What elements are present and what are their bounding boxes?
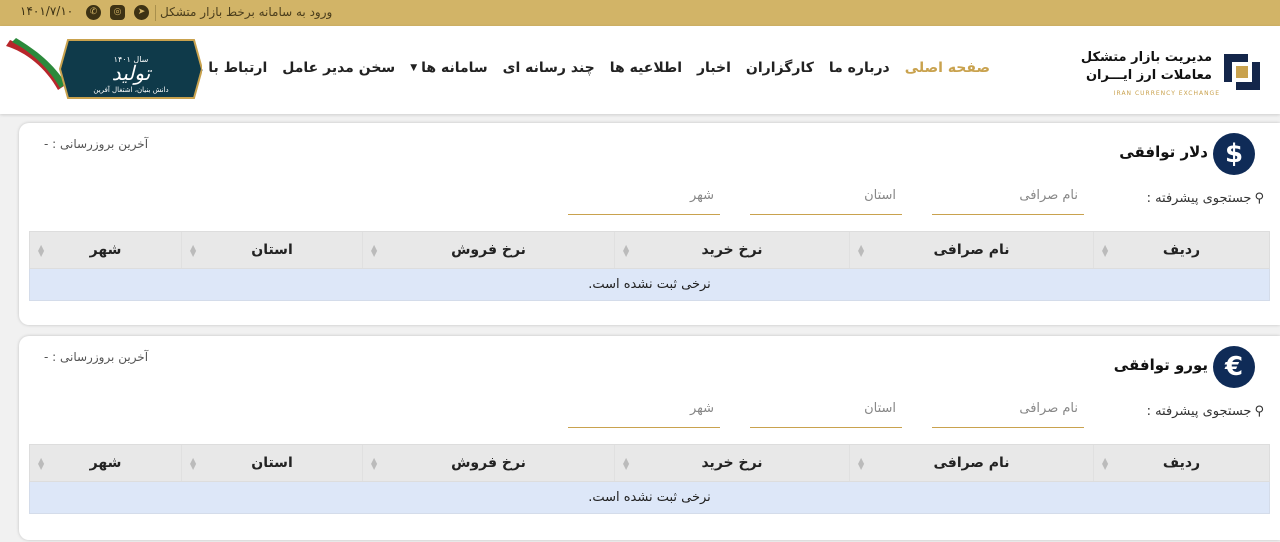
city-input[interactable] [568,179,720,211]
exchange-name-field [932,179,1084,215]
top-bar: ۱۴۰۱/۷/۱۰ ✆ ◎ ➤ ورود به سامانه برخط بازا… [0,0,1280,26]
sort-icon: ▲ ▼ [1102,243,1109,258]
advanced-search-text: جستجوی پیشرفته : [1146,191,1252,206]
search-icon: ⚲ [1254,404,1264,419]
nav-systems-label: سامانه ها [421,60,488,76]
header: مدیریت بازار متشکل معاملات ارز ایـــران … [0,26,1280,114]
nav-home[interactable]: صفحه اصلی [905,60,990,82]
last-update-label: آخرین بروزرسانی : - [44,137,149,151]
nav-announcements[interactable]: اطلاعیه ها [610,60,682,82]
city-field [568,392,720,428]
sort-icon: ▲ ▼ [858,456,865,471]
column-label: شهر [89,242,122,258]
badge-subtitle: دانش بنیان، اشتغال آفرین [93,85,168,94]
column-header-buy-rate[interactable]: نرخ خرید ▲ ▼ [614,445,849,481]
rates-table: ردیف ▲ ▼ نام صرافی ▲ ▼ نرخ خرید ▲ ▼ نرخ فروش ▲ ▼… [29,231,1270,301]
table-header: ردیف ▲ ▼ نام صرافی ▲ ▼ نرخ خرید ▲ ▼ نرخ فروش ▲ ▼… [29,231,1270,269]
sort-icon: ▲ ▼ [190,243,197,258]
column-header-sell-rate[interactable]: نرخ فروش ▲ ▼ [362,445,614,481]
column-label: استان [251,242,293,258]
column-label: شهر [89,455,122,471]
nav-about[interactable]: درباره ما [829,60,890,82]
rates-table: ردیف ▲ ▼ نام صرافی ▲ ▼ نرخ خرید ▲ ▼ نرخ فروش ▲ ▼… [29,444,1270,514]
sort-icon: ▲ ▼ [623,456,630,471]
column-header-province[interactable]: استان ▲ ▼ [181,445,362,481]
dollar-icon: $ [1213,133,1255,175]
exchange-name-input[interactable] [932,179,1084,211]
column-label: ردیف [1162,455,1201,471]
sort-icon: ▲ ▼ [371,456,378,471]
column-header-city[interactable]: شهر ▲ ▼ [30,232,181,268]
last-update-label: آخرین بروزرسانی : - [44,350,149,364]
brand-logo[interactable]: مدیریت بازار متشکل معاملات ارز ایـــران … [1081,42,1266,100]
badge-title: تولید [112,61,153,85]
card-title: دلار توافقی [1119,143,1208,161]
column-label: نرخ فروش [451,242,526,258]
sort-icon: ▲ ▼ [190,456,197,471]
dollar-rates-card: $ دلار توافقی آخرین بروزرسانی : - ⚲جستجو… [19,123,1280,325]
sort-icon: ▲ ▼ [623,243,630,258]
nav-multimedia[interactable]: چند رسانه ای [503,60,595,82]
advanced-search-text: جستجوی پیشرفته : [1146,404,1252,419]
main-nav: صفحه اصلی درباره ما کارگزاران اخبار اطلا… [189,60,990,82]
province-field [750,392,902,428]
year-slogan-badge: سال ۱۴۰۱ تولید دانش بنیان، اشتغال آفرین [6,38,202,99]
column-header-city[interactable]: شهر ▲ ▼ [30,445,181,481]
nav-news[interactable]: اخبار [697,60,731,82]
nav-brokers[interactable]: کارگزاران [746,60,814,82]
sort-icon: ▲ ▼ [38,456,45,471]
advanced-search-label: ⚲جستجوی پیشرفته : [1147,191,1264,206]
instagram-icon[interactable]: ◎ [110,5,125,20]
column-label: استان [251,455,293,471]
sort-icon: ▲ ▼ [38,243,45,258]
province-field [750,179,902,215]
nav-systems[interactable]: سامانه ها▼ [410,60,487,82]
sort-icon: ▲ ▼ [1102,456,1109,471]
date-label: ۱۴۰۱/۷/۱۰ [20,4,74,18]
divider [155,5,156,21]
column-label: نام صرافی [933,455,1010,471]
column-label: نرخ خرید [701,455,763,471]
column-header-sell-rate[interactable]: نرخ فروش ▲ ▼ [362,232,614,268]
column-label: نام صرافی [933,242,1010,258]
column-label: ردیف [1162,242,1201,258]
column-label: نرخ فروش [451,455,526,471]
sort-icon: ▲ ▼ [371,243,378,258]
brand-title-line2: معاملات ارز ایـــران [1085,68,1212,83]
telegram-icon[interactable]: ➤ [134,5,149,20]
city-field [568,179,720,215]
brand-title-line3: IRAN CURRENCY EXCHANGE [1113,90,1220,97]
messenger-icon[interactable]: ✆ [86,5,101,20]
brand-title-line1: مدیریت بازار متشکل [1080,50,1212,65]
column-label: نرخ خرید [701,242,763,258]
nav-ceo-message[interactable]: سخن مدیر عامل [282,60,395,82]
advanced-search-label: ⚲جستجوی پیشرفته : [1147,404,1264,419]
column-header-row[interactable]: ردیف ▲ ▼ [1093,445,1269,481]
column-header-row[interactable]: ردیف ▲ ▼ [1093,232,1269,268]
table-header: ردیف ▲ ▼ نام صرافی ▲ ▼ نرخ خرید ▲ ▼ نرخ فروش ▲ ▼… [29,444,1270,482]
empty-row: نرخی ثبت نشده است. [29,269,1270,301]
euro-rates-card: € یورو توافقی آخرین بروزرسانی : - ⚲جستجو… [19,336,1280,540]
euro-icon: € [1213,346,1255,388]
caret-down-icon: ▼ [410,63,418,73]
column-header-exchange[interactable]: نام صرافی ▲ ▼ [849,232,1093,268]
sort-icon: ▲ ▼ [858,243,865,258]
column-header-province[interactable]: استان ▲ ▼ [181,232,362,268]
online-login-link[interactable]: ورود به سامانه برخط بازار متشکل [160,5,332,19]
logo-mark-icon [1220,50,1264,94]
search-icon: ⚲ [1254,191,1264,206]
city-input[interactable] [568,392,720,424]
province-input[interactable] [750,392,902,424]
empty-row: نرخی ثبت نشده است. [29,482,1270,514]
exchange-name-field [932,392,1084,428]
card-title: یورو توافقی [1113,356,1208,374]
exchange-name-input[interactable] [932,392,1084,424]
province-input[interactable] [750,179,902,211]
column-header-buy-rate[interactable]: نرخ خرید ▲ ▼ [614,232,849,268]
column-header-exchange[interactable]: نام صرافی ▲ ▼ [849,445,1093,481]
